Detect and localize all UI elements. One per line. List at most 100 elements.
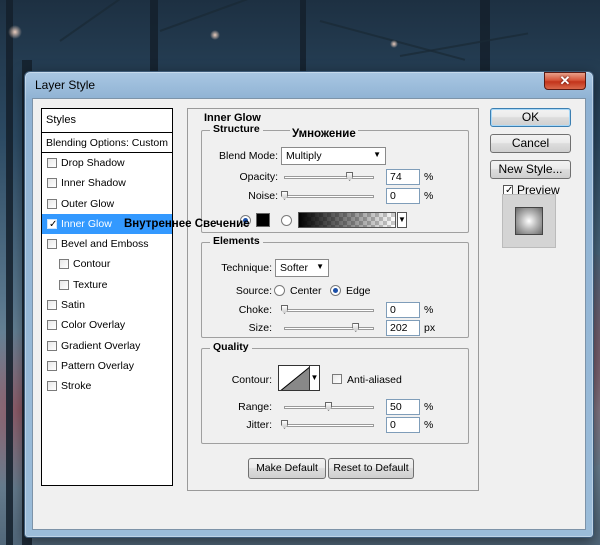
layer-style-dialog: Layer Style ✕ Styles Blending Options: C… — [24, 71, 594, 538]
choke-slider-thumb[interactable] — [281, 305, 288, 314]
choke-label: Choke: — [238, 304, 272, 316]
title-bar[interactable]: Layer Style ✕ — [25, 72, 593, 96]
size-slider[interactable] — [284, 323, 374, 332]
style-item-checkbox[interactable] — [47, 239, 57, 250]
style-item-checkbox[interactable] — [59, 259, 69, 270]
source-center-label[interactable]: Center — [290, 285, 322, 297]
dialog-title: Layer Style — [35, 78, 96, 92]
inner-glow-panel: Inner Glow Structure Умножение Blend Mod… — [187, 108, 479, 491]
glow-gradient-picker[interactable] — [298, 212, 396, 228]
style-item-checkbox[interactable] — [59, 279, 69, 290]
reset-to-default-button[interactable]: Reset to Default — [328, 458, 414, 479]
style-item-checkbox[interactable] — [47, 198, 57, 209]
source-center-radio[interactable] — [274, 285, 285, 296]
range-unit: % — [424, 401, 434, 413]
size-input[interactable]: 202 — [386, 320, 420, 336]
technique-value: Softer — [280, 262, 309, 274]
style-item-label: Satin — [61, 299, 85, 312]
structure-title: Structure — [210, 123, 263, 135]
style-item-label: Color Overlay — [61, 319, 126, 332]
size-unit: px — [424, 322, 436, 334]
gradient-mode-radio[interactable] — [281, 215, 292, 226]
range-slider[interactable] — [284, 402, 374, 411]
style-item-checkbox[interactable] — [47, 300, 57, 311]
noise-slider-thumb[interactable] — [281, 191, 288, 200]
style-item-pattern-overlay[interactable]: Pattern Overlay — [42, 356, 172, 376]
range-input[interactable]: 50 — [386, 399, 420, 415]
contour-picker[interactable] — [278, 365, 310, 391]
style-item-drop-shadow[interactable]: Drop Shadow — [42, 153, 172, 173]
anti-aliased-label[interactable]: Anti-aliased — [347, 374, 402, 386]
dialog-body: Styles Blending Options: Custom Drop Sha… — [32, 98, 586, 530]
style-item-inner-shadow[interactable]: Inner Shadow — [42, 173, 172, 193]
gradient-dropdown-arrow[interactable]: ▼ — [397, 212, 407, 228]
jitter-slider[interactable] — [281, 420, 374, 429]
source-edge-radio[interactable] — [330, 285, 341, 296]
style-item-checkbox[interactable] — [47, 178, 57, 189]
style-item-color-overlay[interactable]: Color Overlay — [42, 315, 172, 335]
style-item-checkbox[interactable] — [47, 340, 57, 351]
range-slider-thumb[interactable] — [325, 402, 332, 411]
anti-aliased-checkbox[interactable] — [332, 374, 342, 384]
opacity-slider-thumb[interactable] — [346, 172, 354, 181]
style-item-checkbox[interactable] — [47, 320, 57, 331]
opacity-value: 74 — [390, 171, 402, 183]
range-value: 50 — [390, 401, 402, 413]
style-item-label: Inner Shadow — [61, 177, 126, 190]
styles-header[interactable]: Styles — [42, 109, 172, 133]
opacity-label: Opacity: — [239, 171, 278, 183]
style-item-label: Stroke — [61, 380, 92, 393]
style-item-satin[interactable]: Satin — [42, 295, 172, 315]
elements-title: Elements — [210, 235, 263, 247]
style-item-gradient-overlay[interactable]: Gradient Overlay — [42, 336, 172, 356]
style-item-bevel-and-emboss[interactable]: Bevel and Emboss — [42, 234, 172, 254]
style-item-inner-glow[interactable]: Inner Glow Внутреннее Свечение — [42, 213, 250, 235]
style-item-checkbox[interactable] — [47, 360, 57, 371]
noise-slider[interactable] — [281, 191, 374, 200]
preview-thumbnail — [502, 194, 556, 248]
range-label: Range: — [238, 401, 272, 413]
technique-label: Technique: — [221, 262, 272, 274]
opacity-slider[interactable] — [284, 172, 374, 181]
quality-group: Quality Contour: ▼ Anti-aliased Range: 5… — [201, 341, 469, 444]
size-slider-thumb[interactable] — [352, 323, 360, 332]
noise-input[interactable]: 0 — [386, 188, 420, 204]
style-item-checkbox[interactable] — [47, 158, 57, 168]
style-item-label: Pattern Overlay — [61, 359, 134, 372]
new-style-button[interactable]: New Style... — [490, 160, 571, 179]
source-edge-label[interactable]: Edge — [346, 285, 371, 297]
jitter-input[interactable]: 0 — [386, 417, 420, 433]
glow-color-swatch[interactable] — [256, 213, 270, 227]
quality-title: Quality — [210, 341, 252, 353]
contour-dropdown-arrow[interactable]: ▼ — [310, 365, 320, 391]
size-value: 202 — [390, 322, 408, 334]
jitter-unit: % — [424, 419, 434, 431]
blend-mode-value: Multiply — [286, 150, 322, 162]
style-item-label: Gradient Overlay — [61, 339, 141, 352]
preview-swatch — [515, 207, 543, 235]
style-item-contour[interactable]: Contour — [42, 254, 172, 274]
contour-curve-icon — [280, 366, 309, 390]
technique-select[interactable]: Softer ▼ — [275, 259, 329, 277]
style-item-label: Texture — [73, 278, 108, 291]
cancel-button[interactable]: Cancel — [490, 134, 571, 153]
style-item-checkbox[interactable] — [47, 218, 57, 229]
choke-input[interactable]: 0 — [386, 302, 420, 318]
style-item-label: Contour — [73, 258, 111, 271]
style-item-label: Inner Glow — [61, 217, 112, 230]
opacity-input[interactable]: 74 — [386, 169, 420, 185]
blending-options-item[interactable]: Blending Options: Custom — [42, 133, 172, 153]
style-item-label: Outer Glow — [61, 197, 115, 210]
blend-mode-label: Blend Mode: — [219, 150, 278, 162]
blend-mode-select[interactable]: Multiply ▼ — [281, 147, 386, 165]
choke-slider[interactable] — [281, 305, 374, 314]
close-button[interactable]: ✕ — [544, 72, 586, 90]
style-item-outer-glow[interactable]: Outer Glow — [42, 194, 172, 214]
jitter-slider-thumb[interactable] — [281, 420, 288, 429]
style-item-texture[interactable]: Texture — [42, 275, 172, 295]
ok-button[interactable]: OK — [490, 108, 571, 127]
style-item-checkbox[interactable] — [47, 381, 57, 392]
style-item-stroke[interactable]: Stroke — [42, 376, 172, 396]
effects-list: Drop Shadow Inner Shadow Outer Glow Inner G… — [42, 153, 250, 397]
make-default-button[interactable]: Make Default — [248, 458, 326, 479]
